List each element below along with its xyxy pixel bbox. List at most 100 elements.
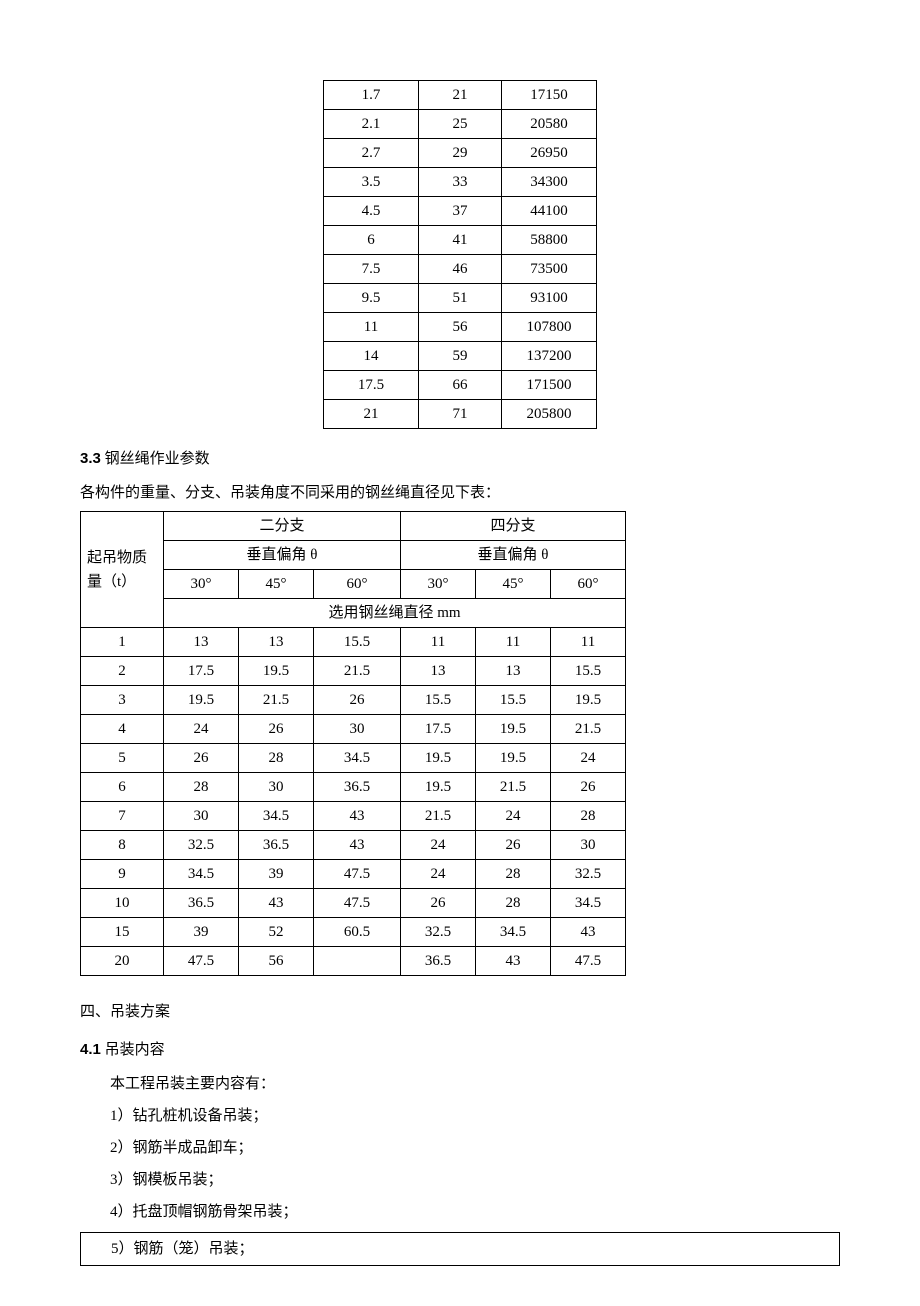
table-cell: 24 xyxy=(401,831,476,860)
table-cell: 21.5 xyxy=(314,657,401,686)
table-cell: 19.5 xyxy=(239,657,314,686)
table-row: 15395260.532.534.543 xyxy=(81,918,626,947)
table-cell: 47.5 xyxy=(314,889,401,918)
header-two-branch: 二分支 xyxy=(164,512,401,541)
table-cell: 7.5 xyxy=(324,255,419,284)
table-cell: 24 xyxy=(551,744,626,773)
table-cell: 26 xyxy=(551,773,626,802)
table-cell: 14 xyxy=(324,342,419,371)
table-row: 9.55193100 xyxy=(324,284,597,313)
table-cell: 43 xyxy=(314,802,401,831)
table-cell: 28 xyxy=(551,802,626,831)
table-cell: 47.5 xyxy=(551,947,626,976)
table-cell: 171500 xyxy=(502,371,597,400)
table-cell: 26 xyxy=(164,744,239,773)
table-cell: 19.5 xyxy=(401,744,476,773)
table-cell: 9.5 xyxy=(324,284,419,313)
table-cell: 26 xyxy=(476,831,551,860)
section-4-1-title: 吊装内容 xyxy=(101,1042,165,1058)
section-4-1-number: 4.1 xyxy=(80,1041,101,1058)
table-cell: 58800 xyxy=(502,226,597,255)
table-cell: 15.5 xyxy=(476,686,551,715)
header-60: 60° xyxy=(551,570,626,599)
table-cell: 36.5 xyxy=(164,889,239,918)
table-cell: 25 xyxy=(419,110,502,139)
table-row: 1156107800 xyxy=(324,313,597,342)
table-cell: 26950 xyxy=(502,139,597,168)
table-cell: 107800 xyxy=(502,313,597,342)
header-lift-mass: 起吊物质量（t） xyxy=(81,512,164,628)
table-cell: 15 xyxy=(81,918,164,947)
section-3-3-title: 钢丝绳作业参数 xyxy=(101,451,210,467)
table-cell: 5 xyxy=(81,744,164,773)
table-cell: 6 xyxy=(81,773,164,802)
table-row: 217.519.521.5131315.5 xyxy=(81,657,626,686)
table-cell: 46 xyxy=(419,255,502,284)
table-cell: 4.5 xyxy=(324,197,419,226)
table-cell: 24 xyxy=(164,715,239,744)
table-cell: 3 xyxy=(81,686,164,715)
table-cell: 19.5 xyxy=(551,686,626,715)
table-cell: 29 xyxy=(419,139,502,168)
table-cell: 205800 xyxy=(502,400,597,429)
table-cell: 39 xyxy=(239,860,314,889)
table-row: 1131315.5111111 xyxy=(81,628,626,657)
table-cell: 19.5 xyxy=(476,715,551,744)
table-cell: 15.5 xyxy=(401,686,476,715)
table-cell: 2 xyxy=(81,657,164,686)
section-4-1-intro: 本工程吊装主要内容有： xyxy=(80,1072,840,1096)
header-45: 45° xyxy=(476,570,551,599)
table-cell: 19.5 xyxy=(164,686,239,715)
table-row: 2047.55636.54347.5 xyxy=(81,947,626,976)
table-row: 1459137200 xyxy=(324,342,597,371)
table-cell: 6 xyxy=(324,226,419,255)
header-angle-four: 垂直偏角 θ xyxy=(401,541,626,570)
table-cell: 26 xyxy=(401,889,476,918)
table-row: 2.72926950 xyxy=(324,139,597,168)
list-item: 3）钢模板吊装； xyxy=(80,1168,840,1192)
table-cell: 59 xyxy=(419,342,502,371)
table-cell: 13 xyxy=(401,657,476,686)
table-cell: 93100 xyxy=(502,284,597,313)
table-cell: 24 xyxy=(401,860,476,889)
table-cell: 11 xyxy=(401,628,476,657)
table-cell: 11 xyxy=(324,313,419,342)
table-cell: 26 xyxy=(239,715,314,744)
table-cell: 21.5 xyxy=(401,802,476,831)
table-cell: 13 xyxy=(476,657,551,686)
table-cell: 51 xyxy=(419,284,502,313)
table-cell: 28 xyxy=(476,889,551,918)
table-cell: 137200 xyxy=(502,342,597,371)
table-cell: 21.5 xyxy=(551,715,626,744)
table-row: 17.566171500 xyxy=(324,371,597,400)
table-row: 64158800 xyxy=(324,226,597,255)
table-cell: 30 xyxy=(239,773,314,802)
table-row: 4.53744100 xyxy=(324,197,597,226)
table-row: 934.53947.5242832.5 xyxy=(81,860,626,889)
table-cell: 13 xyxy=(164,628,239,657)
section-4-heading: 四、吊装方案 xyxy=(80,1000,840,1024)
table-cell: 33 xyxy=(419,168,502,197)
table-row: 2171205800 xyxy=(324,400,597,429)
table-cell: 1 xyxy=(81,628,164,657)
table-row: 424263017.519.521.5 xyxy=(81,715,626,744)
table-cell: 21.5 xyxy=(476,773,551,802)
table-cell: 43 xyxy=(551,918,626,947)
section-3-3-number: 3.3 xyxy=(80,450,101,467)
table-row: 1.72117150 xyxy=(324,81,597,110)
table-cell: 60.5 xyxy=(314,918,401,947)
table-wire-rope-specs: 1.721171502.125205802.729269503.53334300… xyxy=(323,80,597,429)
table-cell: 15.5 xyxy=(314,628,401,657)
table-cell: 24 xyxy=(476,802,551,831)
table-cell: 39 xyxy=(164,918,239,947)
table-cell: 34.5 xyxy=(164,860,239,889)
table-cell: 15.5 xyxy=(551,657,626,686)
table-cell: 56 xyxy=(419,313,502,342)
table-cell: 32.5 xyxy=(164,831,239,860)
table-row: 3.53334300 xyxy=(324,168,597,197)
header-60: 60° xyxy=(314,570,401,599)
table-cell: 36.5 xyxy=(401,947,476,976)
table-cell: 43 xyxy=(314,831,401,860)
table-cell: 17.5 xyxy=(401,715,476,744)
table-cell: 28 xyxy=(476,860,551,889)
